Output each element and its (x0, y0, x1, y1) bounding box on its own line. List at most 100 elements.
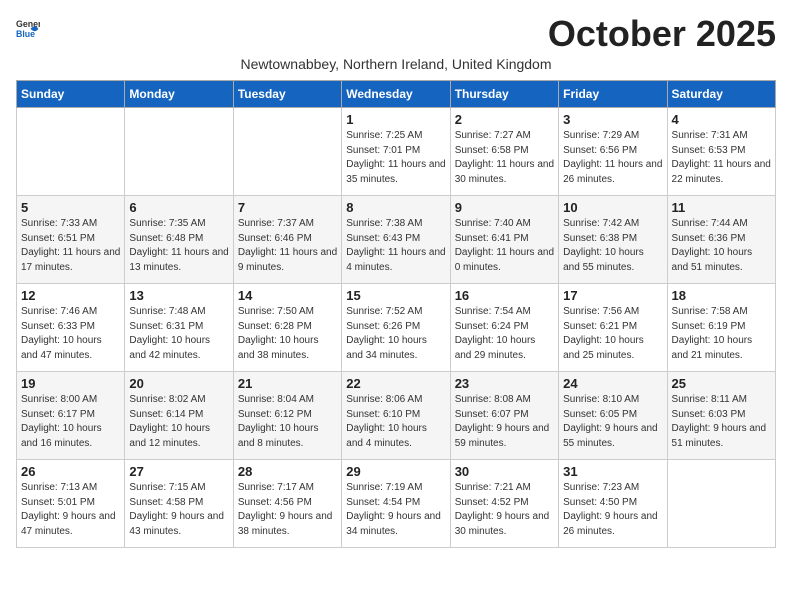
col-sunday: Sunday (17, 81, 125, 108)
day-number: 7 (238, 200, 337, 215)
day-number: 2 (455, 112, 554, 127)
calendar-cell: 8Sunrise: 7:38 AMSunset: 6:43 PMDaylight… (342, 196, 450, 284)
calendar-cell: 29 Sunrise: 7:19 AMSunset: 4:54 PMDayligh… (342, 460, 450, 548)
day-number: 21 (238, 376, 337, 391)
col-saturday: Saturday (667, 81, 775, 108)
calendar-cell: 13 Sunrise: 7:48 AMSunset: 6:31 PMDayligh… (125, 284, 233, 372)
svg-text:Blue: Blue (16, 29, 35, 39)
logo-icon: General Blue (16, 16, 40, 40)
day-number: 29 (346, 464, 445, 479)
calendar-cell: 31 Sunrise: 7:23 AMSunset: 4:50 PMDayligh… (559, 460, 667, 548)
day-info: Sunrise: 7:35 AMSunset: 6:48 PMDaylight:… (129, 217, 228, 275)
day-info: Sunrise: 8:00 AMSunset: 6:17 PMDaylight:… (21, 393, 120, 451)
day-number: 26 (21, 464, 120, 479)
day-number: 10 (563, 200, 662, 215)
calendar-cell: 25 Sunrise: 8:11 AMSunset: 6:03 PMDayligh… (667, 372, 775, 460)
week-row-3: 12 Sunrise: 7:46 AMSunset: 6:33 PMDayligh… (17, 284, 776, 372)
day-number: 19 (21, 376, 120, 391)
day-number: 11 (672, 200, 771, 215)
calendar-cell: 19 Sunrise: 8:00 AMSunset: 6:17 PMDayligh… (17, 372, 125, 460)
day-info: Sunrise: 7:17 AMSunset: 4:56 PMDaylight:… (238, 481, 337, 539)
calendar-cell: 17 Sunrise: 7:56 AMSunset: 6:21 PMDayligh… (559, 284, 667, 372)
day-info: Sunrise: 7:40 AMSunset: 6:41 PMDaylight:… (455, 217, 554, 275)
day-info: Sunrise: 7:13 AMSunset: 5:01 PMDaylight:… (21, 481, 120, 539)
week-row-1: 1 Sunrise: 7:25 AMSunset: 7:01 PMDaylight… (17, 108, 776, 196)
col-wednesday: Wednesday (342, 81, 450, 108)
calendar-cell: 21 Sunrise: 8:04 AMSunset: 6:12 PMDayligh… (233, 372, 341, 460)
day-number: 17 (563, 288, 662, 303)
calendar-cell: 28 Sunrise: 7:17 AMSunset: 4:56 PMDayligh… (233, 460, 341, 548)
calendar-cell: 12 Sunrise: 7:46 AMSunset: 6:33 PMDayligh… (17, 284, 125, 372)
logo: General Blue (16, 16, 40, 40)
day-number: 12 (21, 288, 120, 303)
calendar-cell (125, 108, 233, 196)
col-monday: Monday (125, 81, 233, 108)
day-number: 9 (455, 200, 554, 215)
day-number: 23 (455, 376, 554, 391)
calendar-cell: 15 Sunrise: 7:52 AMSunset: 6:26 PMDayligh… (342, 284, 450, 372)
day-info: Sunrise: 7:58 AMSunset: 6:19 PMDaylight:… (672, 305, 771, 363)
subtitle: Newtownabbey, Northern Ireland, United K… (16, 56, 776, 72)
calendar-cell: 18 Sunrise: 7:58 AMSunset: 6:19 PMDayligh… (667, 284, 775, 372)
day-info: Sunrise: 7:31 AMSunset: 6:53 PMDaylight:… (672, 129, 771, 187)
day-info: Sunrise: 7:19 AMSunset: 4:54 PMDaylight:… (346, 481, 445, 539)
day-number: 28 (238, 464, 337, 479)
day-info: Sunrise: 7:23 AMSunset: 4:50 PMDaylight:… (563, 481, 662, 539)
calendar-cell: 4 Sunrise: 7:31 AMSunset: 6:53 PMDaylight… (667, 108, 775, 196)
day-info: Sunrise: 7:25 AMSunset: 7:01 PMDaylight:… (346, 129, 445, 187)
day-info: Sunrise: 7:44 AMSunset: 6:36 PMDaylight:… (672, 217, 771, 275)
day-number: 22 (346, 376, 445, 391)
day-number: 16 (455, 288, 554, 303)
week-row-5: 26 Sunrise: 7:13 AMSunset: 5:01 PMDayligh… (17, 460, 776, 548)
calendar-cell: 5Sunrise: 7:33 AMSunset: 6:51 PMDaylight… (17, 196, 125, 284)
day-info: Sunrise: 7:29 AMSunset: 6:56 PMDaylight:… (563, 129, 662, 187)
day-number: 30 (455, 464, 554, 479)
calendar-cell: 14 Sunrise: 7:50 AMSunset: 6:28 PMDayligh… (233, 284, 341, 372)
day-info: Sunrise: 7:37 AMSunset: 6:46 PMDaylight:… (238, 217, 337, 275)
calendar-cell: 9 Sunrise: 7:40 AMSunset: 6:41 PMDaylight… (450, 196, 558, 284)
day-number: 18 (672, 288, 771, 303)
page-container: General Blue October 2025 Newtownabbey, … (16, 16, 776, 548)
day-info: Sunrise: 8:04 AMSunset: 6:12 PMDaylight:… (238, 393, 337, 451)
day-number: 15 (346, 288, 445, 303)
calendar-cell: 23Sunrise: 8:08 AMSunset: 6:07 PMDayligh… (450, 372, 558, 460)
calendar-cell: 27Sunrise: 7:15 AMSunset: 4:58 PMDayligh… (125, 460, 233, 548)
col-friday: Friday (559, 81, 667, 108)
calendar-cell: 11 Sunrise: 7:44 AMSunset: 6:36 PMDayligh… (667, 196, 775, 284)
day-number: 13 (129, 288, 228, 303)
day-number: 14 (238, 288, 337, 303)
day-info: Sunrise: 7:50 AMSunset: 6:28 PMDaylight:… (238, 305, 337, 363)
col-thursday: Thursday (450, 81, 558, 108)
calendar-cell: 30 Sunrise: 7:21 AMSunset: 4:52 PMDayligh… (450, 460, 558, 548)
calendar-cell: 3 Sunrise: 7:29 AMSunset: 6:56 PMDaylight… (559, 108, 667, 196)
calendar-cell (17, 108, 125, 196)
calendar-cell (667, 460, 775, 548)
calendar-cell: 7 Sunrise: 7:37 AMSunset: 6:46 PMDaylight… (233, 196, 341, 284)
day-number: 25 (672, 376, 771, 391)
day-info: Sunrise: 7:48 AMSunset: 6:31 PMDaylight:… (129, 305, 228, 363)
day-number: 24 (563, 376, 662, 391)
week-row-4: 19 Sunrise: 8:00 AMSunset: 6:17 PMDayligh… (17, 372, 776, 460)
calendar-table: Sunday Monday Tuesday Wednesday Thursday… (16, 80, 776, 548)
calendar-cell: 6Sunrise: 7:35 AMSunset: 6:48 PMDaylight… (125, 196, 233, 284)
day-info: Sunrise: 7:15 AMSunset: 4:58 PMDaylight:… (129, 481, 228, 539)
day-info: Sunrise: 7:46 AMSunset: 6:33 PMDaylight:… (21, 305, 120, 363)
day-info: Sunrise: 7:27 AMSunset: 6:58 PMDaylight:… (455, 129, 554, 187)
day-info: Sunrise: 7:52 AMSunset: 6:26 PMDaylight:… (346, 305, 445, 363)
calendar-cell: 2 Sunrise: 7:27 AMSunset: 6:58 PMDaylight… (450, 108, 558, 196)
col-tuesday: Tuesday (233, 81, 341, 108)
calendar-cell: 10 Sunrise: 7:42 AMSunset: 6:38 PMDayligh… (559, 196, 667, 284)
day-number: 1 (346, 112, 445, 127)
day-info: Sunrise: 7:42 AMSunset: 6:38 PMDaylight:… (563, 217, 662, 275)
month-title: October 2025 (548, 16, 776, 52)
day-info: Sunrise: 8:11 AMSunset: 6:03 PMDaylight:… (672, 393, 771, 451)
day-number: 31 (563, 464, 662, 479)
day-number: 5 (21, 200, 120, 215)
calendar-cell: 16Sunrise: 7:54 AMSunset: 6:24 PMDayligh… (450, 284, 558, 372)
day-number: 3 (563, 112, 662, 127)
day-info: Sunrise: 7:21 AMSunset: 4:52 PMDaylight:… (455, 481, 554, 539)
day-number: 4 (672, 112, 771, 127)
week-row-2: 5Sunrise: 7:33 AMSunset: 6:51 PMDaylight… (17, 196, 776, 284)
day-info: Sunrise: 7:56 AMSunset: 6:21 PMDaylight:… (563, 305, 662, 363)
calendar-cell (233, 108, 341, 196)
